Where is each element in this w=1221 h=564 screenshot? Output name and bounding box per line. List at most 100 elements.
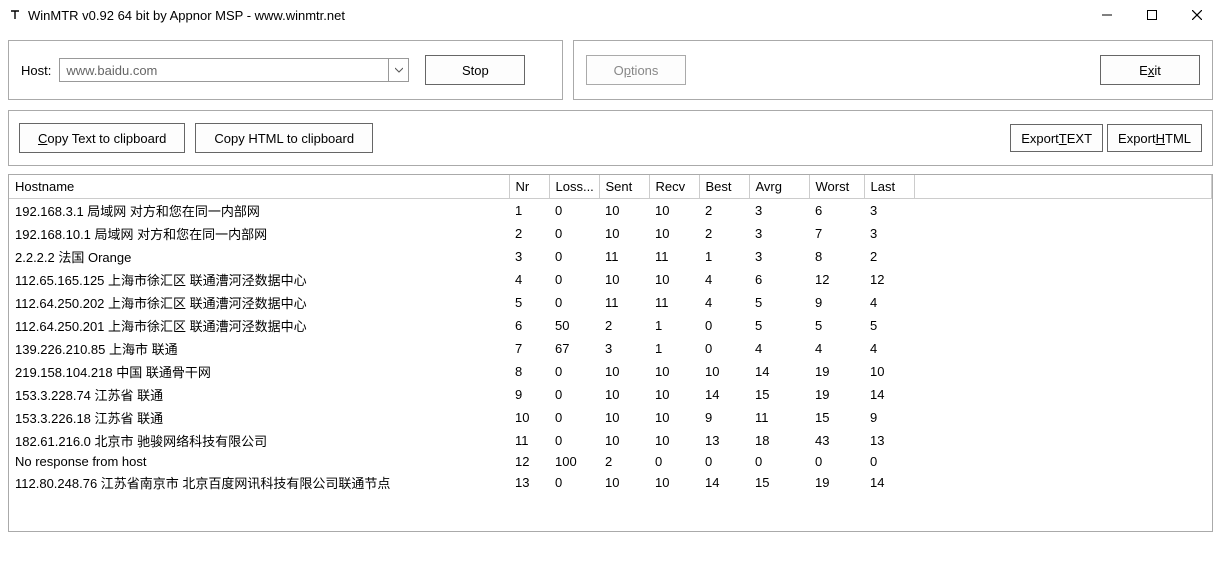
cell-best: 0	[699, 337, 749, 360]
cell-best: 2	[699, 199, 749, 223]
copy-text-button[interactable]: Copy Text to clipboard	[19, 123, 185, 153]
cell-worst: 12	[809, 268, 864, 291]
table-row[interactable]: 192.168.3.1 局域网 对方和您在同一内部网1010102363	[9, 199, 1212, 223]
copy-html-button[interactable]: Copy HTML to clipboard	[195, 123, 373, 153]
cell-loss: 0	[549, 222, 599, 245]
cell-recv: 10	[649, 268, 699, 291]
cell-loss: 0	[549, 245, 599, 268]
cell-sent: 11	[599, 245, 649, 268]
cell-host: 219.158.104.218 中国 联通骨干网	[9, 360, 509, 383]
table-row[interactable]: 2.2.2.2 法国 Orange3011111382	[9, 245, 1212, 268]
cell-last: 5	[864, 314, 914, 337]
cell-last: 10	[864, 360, 914, 383]
table-row[interactable]: 112.80.248.76 江苏省南京市 北京百度网讯科技有限公司联通节点130…	[9, 471, 1212, 494]
cell-worst: 15	[809, 406, 864, 429]
column-header[interactable]: Best	[699, 175, 749, 199]
table-row[interactable]: 112.65.165.125 上海市徐汇区 联通漕河泾数据中心401010461…	[9, 268, 1212, 291]
table-row[interactable]: 182.61.216.0 北京市 驰骏网络科技有限公司1101010131843…	[9, 429, 1212, 452]
table-row[interactable]: 139.226.210.85 上海市 联通767310444	[9, 337, 1212, 360]
cell-best: 14	[699, 471, 749, 494]
cell-last: 14	[864, 383, 914, 406]
export-html-button[interactable]: Export HTML	[1107, 124, 1202, 152]
table-row[interactable]: 153.3.228.74 江苏省 联通90101014151914	[9, 383, 1212, 406]
cell-worst: 19	[809, 471, 864, 494]
cell-last: 3	[864, 199, 914, 223]
title-bar: WinMTR v0.92 64 bit by Appnor MSP - www.…	[0, 0, 1221, 30]
cell-recv: 1	[649, 314, 699, 337]
cell-host: 192.168.10.1 局域网 对方和您在同一内部网	[9, 222, 509, 245]
stop-button[interactable]: Stop	[425, 55, 525, 85]
exit-button[interactable]: Exit	[1100, 55, 1200, 85]
host-combobox[interactable]	[59, 58, 409, 82]
cell-last: 14	[864, 471, 914, 494]
cell-best: 13	[699, 429, 749, 452]
host-input[interactable]	[60, 59, 388, 81]
cell-worst: 43	[809, 429, 864, 452]
column-header[interactable]: Sent	[599, 175, 649, 199]
cell-nr: 7	[509, 337, 549, 360]
minimize-button[interactable]	[1084, 0, 1129, 30]
options-panel: Options Exit	[573, 40, 1213, 100]
cell-avrg: 6	[749, 268, 809, 291]
cell-worst: 19	[809, 360, 864, 383]
column-header[interactable]: Recv	[649, 175, 699, 199]
cell-recv: 10	[649, 360, 699, 383]
cell-host: 153.3.226.18 江苏省 联通	[9, 406, 509, 429]
column-header[interactable]: Loss...	[549, 175, 599, 199]
options-button: Options	[586, 55, 686, 85]
cell-sent: 10	[599, 406, 649, 429]
maximize-button[interactable]	[1129, 0, 1174, 30]
table-row[interactable]: 192.168.10.1 局域网 对方和您在同一内部网2010102373	[9, 222, 1212, 245]
window-title: WinMTR v0.92 64 bit by Appnor MSP - www.…	[28, 8, 1084, 23]
cell-nr: 4	[509, 268, 549, 291]
cell-loss: 0	[549, 360, 599, 383]
cell-recv: 1	[649, 337, 699, 360]
cell-worst: 5	[809, 314, 864, 337]
cell-sent: 10	[599, 383, 649, 406]
table-row[interactable]: 112.64.250.202 上海市徐汇区 联通漕河泾数据中心501111459…	[9, 291, 1212, 314]
toolbar-panel: Copy Text to clipboard Copy HTML to clip…	[8, 110, 1213, 166]
column-header[interactable]: Nr	[509, 175, 549, 199]
cell-sent: 10	[599, 360, 649, 383]
column-header[interactable]: Worst	[809, 175, 864, 199]
cell-last: 2	[864, 245, 914, 268]
cell-best: 0	[699, 452, 749, 471]
cell-avrg: 11	[749, 406, 809, 429]
cell-worst: 7	[809, 222, 864, 245]
cell-avrg: 3	[749, 222, 809, 245]
cell-worst: 8	[809, 245, 864, 268]
table-row[interactable]: 153.3.226.18 江苏省 联通1001010911159	[9, 406, 1212, 429]
cell-host: 112.80.248.76 江苏省南京市 北京百度网讯科技有限公司联通节点	[9, 471, 509, 494]
cell-recv: 10	[649, 199, 699, 223]
cell-best: 9	[699, 406, 749, 429]
cell-sent: 10	[599, 471, 649, 494]
cell-sent: 10	[599, 268, 649, 291]
column-header[interactable]: Hostname	[9, 175, 509, 199]
cell-loss: 50	[549, 314, 599, 337]
column-header[interactable]: Avrg	[749, 175, 809, 199]
cell-sent: 10	[599, 199, 649, 223]
table-row[interactable]: No response from host12100200000	[9, 452, 1212, 471]
cell-host: 139.226.210.85 上海市 联通	[9, 337, 509, 360]
column-header[interactable]: Last	[864, 175, 914, 199]
cell-loss: 0	[549, 268, 599, 291]
export-text-button[interactable]: Export TEXT	[1010, 124, 1103, 152]
cell-best: 2	[699, 222, 749, 245]
chevron-down-icon[interactable]	[388, 59, 408, 81]
cell-avrg: 15	[749, 471, 809, 494]
results-table: HostnameNrLoss...SentRecvBestAvrgWorstLa…	[9, 175, 1212, 494]
cell-best: 14	[699, 383, 749, 406]
cell-worst: 6	[809, 199, 864, 223]
results-table-container: HostnameNrLoss...SentRecvBestAvrgWorstLa…	[8, 174, 1213, 532]
cell-last: 12	[864, 268, 914, 291]
cell-sent: 10	[599, 222, 649, 245]
cell-loss: 0	[549, 429, 599, 452]
cell-recv: 0	[649, 452, 699, 471]
close-button[interactable]	[1174, 0, 1219, 30]
cell-host: 112.65.165.125 上海市徐汇区 联通漕河泾数据中心	[9, 268, 509, 291]
cell-host: 153.3.228.74 江苏省 联通	[9, 383, 509, 406]
table-row[interactable]: 219.158.104.218 中国 联通骨干网80101010141910	[9, 360, 1212, 383]
cell-nr: 9	[509, 383, 549, 406]
table-row[interactable]: 112.64.250.201 上海市徐汇区 联通漕河泾数据中心650210555	[9, 314, 1212, 337]
column-header-empty	[914, 175, 1212, 199]
